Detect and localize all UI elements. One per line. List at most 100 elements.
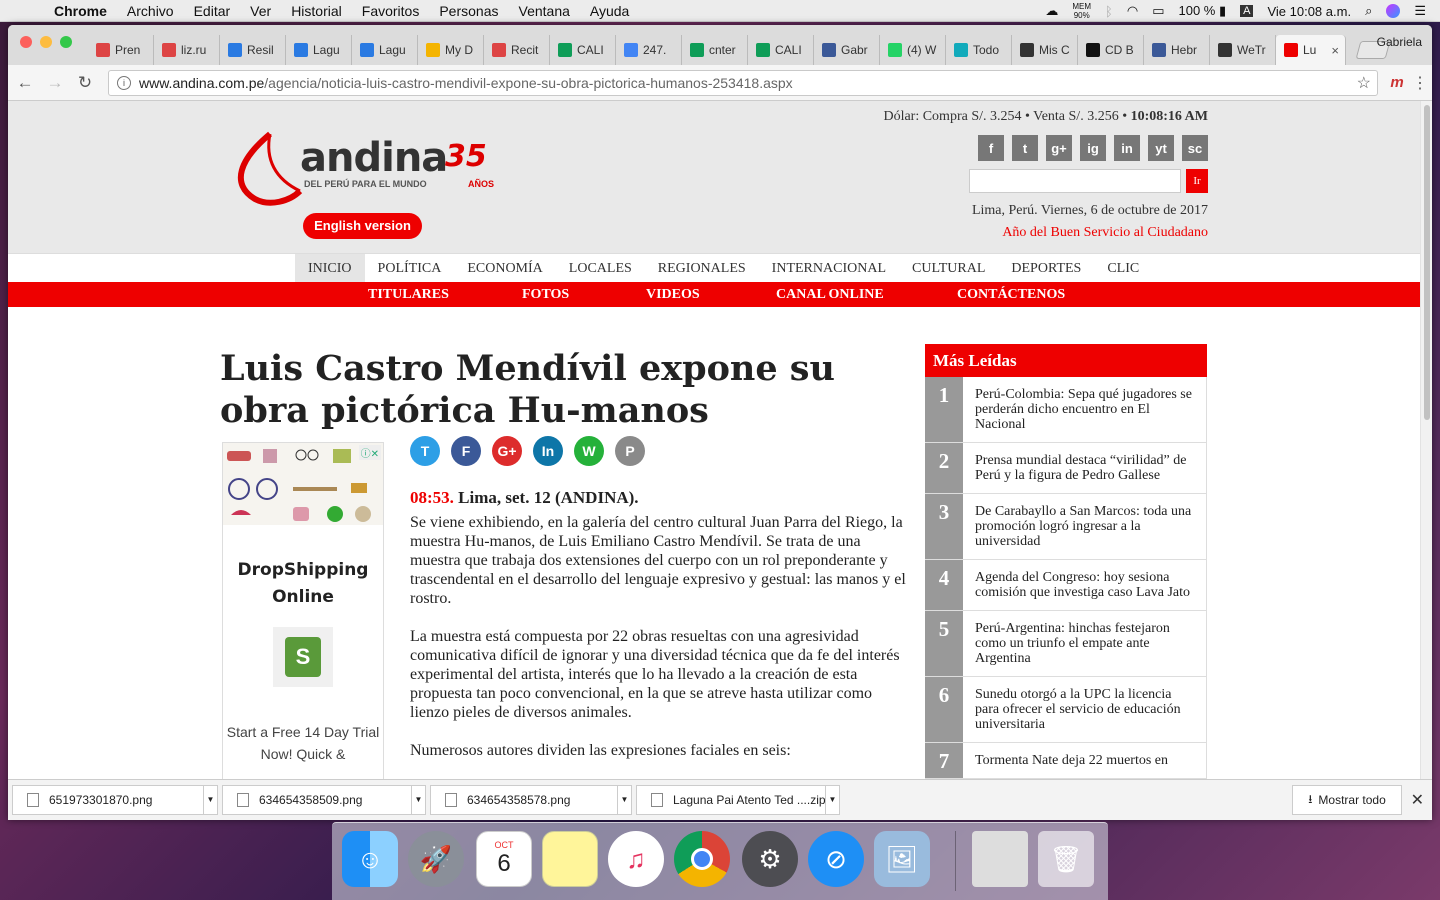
subnav-item-1[interactable]: FOTOS — [522, 287, 569, 303]
menu-app-name[interactable]: Chrome — [38, 3, 117, 19]
most-read-headline[interactable]: De Carabayllo a San Marcos: toda una pro… — [963, 494, 1206, 559]
notes-icon[interactable] — [542, 831, 598, 887]
most-read-headline[interactable]: Perú-Argentina: hinchas festejaron como … — [963, 611, 1206, 676]
nav-item-6[interactable]: CULTURAL — [899, 254, 998, 283]
tab-10[interactable]: CALI — [748, 35, 814, 65]
most-read-item[interactable]: 3 De Carabayllo a San Marcos: toda una pr… — [925, 494, 1207, 560]
menu-ver[interactable]: Ver — [240, 3, 281, 19]
info-icon[interactable]: i — [117, 75, 131, 90]
download-item[interactable]: 634654358578.png ▼ — [430, 785, 632, 815]
extension-m-icon[interactable]: m — [1386, 74, 1408, 91]
most-read-headline[interactable]: Prensa mundial destaca “virilidad” de Pe… — [963, 443, 1206, 493]
forward-arrow-icon[interactable]: → — [42, 73, 68, 93]
tab-8[interactable]: 247. — [616, 35, 682, 65]
finder-icon[interactable]: ☺ — [342, 831, 398, 887]
most-read-item[interactable]: 4 Agenda del Congreso: hoy sesiona comisi… — [925, 560, 1207, 611]
facebook-share-icon[interactable]: F — [451, 436, 481, 466]
tab-9[interactable]: cnter — [682, 35, 748, 65]
close-downloads-bar-icon[interactable]: ✕ — [1411, 790, 1424, 810]
linkedin-icon[interactable]: in — [1114, 135, 1140, 161]
calendar-icon[interactable]: OCT 6 — [476, 831, 532, 887]
tab-11[interactable]: Gabr — [814, 35, 880, 65]
page-scrollbar[interactable] — [1420, 101, 1432, 779]
most-read-headline[interactable]: Perú-Colombia: Sepa qué jugadores se per… — [963, 377, 1206, 442]
menu-ayuda[interactable]: Ayuda — [580, 3, 639, 19]
trash-icon[interactable]: 🗑 — [1038, 831, 1094, 887]
tab-2[interactable]: Resil — [220, 35, 286, 65]
whatsapp-share-icon[interactable]: W — [574, 436, 604, 466]
download-item[interactable]: 651973301870.png ▼ — [12, 785, 218, 815]
memory-indicator[interactable]: MEM 90% — [1072, 2, 1091, 20]
adchoices-icon[interactable]: ⓘ✕ — [358, 445, 381, 460]
advertisement[interactable]: ⓘ✕ DropShipping Online S Start a Free 14… — [222, 442, 384, 779]
tab-18[interactable]: Lu × — [1276, 35, 1346, 65]
menu-editar[interactable]: Editar — [184, 3, 241, 19]
twitter-icon[interactable]: t — [1012, 135, 1038, 161]
menu-ventana[interactable]: Ventana — [509, 3, 580, 19]
menu-archivo[interactable]: Archivo — [117, 3, 184, 19]
preview-icon[interactable]: 🖼 — [874, 831, 930, 887]
ad-body[interactable]: Start a Free 14 Day Trial Now! Quick & — [223, 721, 383, 765]
download-item[interactable]: 634654358509.png ▼ — [222, 785, 426, 815]
nav-item-7[interactable]: DEPORTES — [998, 254, 1094, 283]
most-read-headline[interactable]: Sunedu otorgó a la UPC la licencia para … — [963, 677, 1206, 742]
menubar-clock[interactable]: Vie 10:08 a.m. — [1267, 4, 1351, 19]
close-tab-icon[interactable]: × — [1331, 43, 1339, 58]
downloads-stack-icon[interactable] — [972, 831, 1028, 887]
tab-6[interactable]: Recit — [484, 35, 550, 65]
system-preferences-icon[interactable]: ⚙ — [742, 831, 798, 887]
nav-item-5[interactable]: INTERNACIONAL — [759, 254, 899, 283]
instagram-icon[interactable]: ig — [1080, 135, 1106, 161]
address-bar[interactable]: i www.andina.com.pe/agencia/noticia-luis… — [108, 69, 1378, 96]
launchpad-icon[interactable]: 🚀 — [408, 831, 464, 887]
airplay-icon[interactable]: ▭ — [1152, 3, 1164, 19]
download-item[interactable]: Laguna Pai Atento Ted ....zip ▼ — [636, 785, 840, 815]
cloud-icon[interactable]: ☁ — [1045, 3, 1058, 19]
profile-name[interactable]: Gabriela — [1377, 35, 1422, 49]
most-read-item[interactable]: 2 Prensa mundial destaca “virilidad” de P… — [925, 443, 1207, 494]
battery-status[interactable]: 100 % ▮ — [1178, 3, 1226, 19]
print-icon[interactable]: P — [615, 436, 645, 466]
most-read-item[interactable]: 5 Perú-Argentina: hinchas festejaron como… — [925, 611, 1207, 677]
nav-item-2[interactable]: ECONOMÍA — [454, 254, 555, 283]
subnav-item-3[interactable]: CANAL ONLINE — [776, 287, 884, 303]
most-read-headline[interactable]: Agenda del Congreso: hoy sesiona comisió… — [963, 560, 1206, 610]
english-version-button[interactable]: English version — [303, 213, 422, 239]
wifi-icon[interactable]: ◠ — [1127, 3, 1138, 19]
chrome-menu-icon[interactable]: ⋮ — [1408, 73, 1432, 93]
subnav-item-0[interactable]: TITULARES — [368, 287, 449, 303]
nav-item-1[interactable]: POLÍTICA — [365, 254, 455, 283]
chevron-down-icon[interactable]: ▼ — [411, 786, 425, 814]
spotlight-icon[interactable]: ⌕ — [1365, 3, 1372, 19]
site-search-button[interactable]: Ir — [1186, 169, 1208, 193]
input-source[interactable]: A — [1240, 5, 1254, 17]
menu-historial[interactable]: Historial — [281, 3, 352, 19]
andina-logo[interactable]: andina 35 DEL PERÚ PARA EL MUNDO AÑOS — [230, 129, 500, 209]
tab-13[interactable]: Todo — [946, 35, 1012, 65]
ad-title[interactable]: DropShipping Online — [223, 557, 383, 611]
bookmark-star-icon[interactable]: ☆ — [1357, 73, 1371, 93]
most-read-item[interactable]: 6 Sunedu otorgó a la UPC la licencia para… — [925, 677, 1207, 743]
site-search-input[interactable] — [969, 169, 1181, 193]
most-read-item[interactable]: 1 Perú-Colombia: Sepa qué jugadores se pe… — [925, 377, 1207, 443]
twitter-share-icon[interactable]: T — [410, 436, 440, 466]
nav-item-4[interactable]: REGIONALES — [645, 254, 759, 283]
linkedin-share-icon[interactable]: In — [533, 436, 563, 466]
subnav-item-4[interactable]: CONTÁCTENOS — [957, 287, 1065, 303]
googleplus-share-icon[interactable]: G+ — [492, 436, 522, 466]
most-read-item[interactable]: 7 Tormenta Nate deja 22 muertos en — [925, 743, 1207, 779]
most-read-headline[interactable]: Tormenta Nate deja 22 muertos en — [963, 743, 1206, 778]
tab-4[interactable]: Lagu — [352, 35, 418, 65]
subnav-item-2[interactable]: VIDEOS — [646, 287, 700, 303]
menu-favoritos[interactable]: Favoritos — [352, 3, 430, 19]
chevron-down-icon[interactable]: ▼ — [617, 786, 631, 814]
chrome-icon[interactable] — [674, 831, 730, 887]
tab-14[interactable]: Mis C — [1012, 35, 1078, 65]
minimize-window-button[interactable] — [40, 36, 52, 48]
nav-item-3[interactable]: LOCALES — [556, 254, 645, 283]
youtube-icon[interactable]: yt — [1148, 135, 1174, 161]
chevron-down-icon[interactable]: ▼ — [825, 786, 839, 814]
soundcloud-icon[interactable]: sc — [1182, 135, 1208, 161]
bluetooth-icon[interactable]: ᛒ — [1105, 4, 1113, 19]
menu-personas[interactable]: Personas — [429, 3, 508, 19]
